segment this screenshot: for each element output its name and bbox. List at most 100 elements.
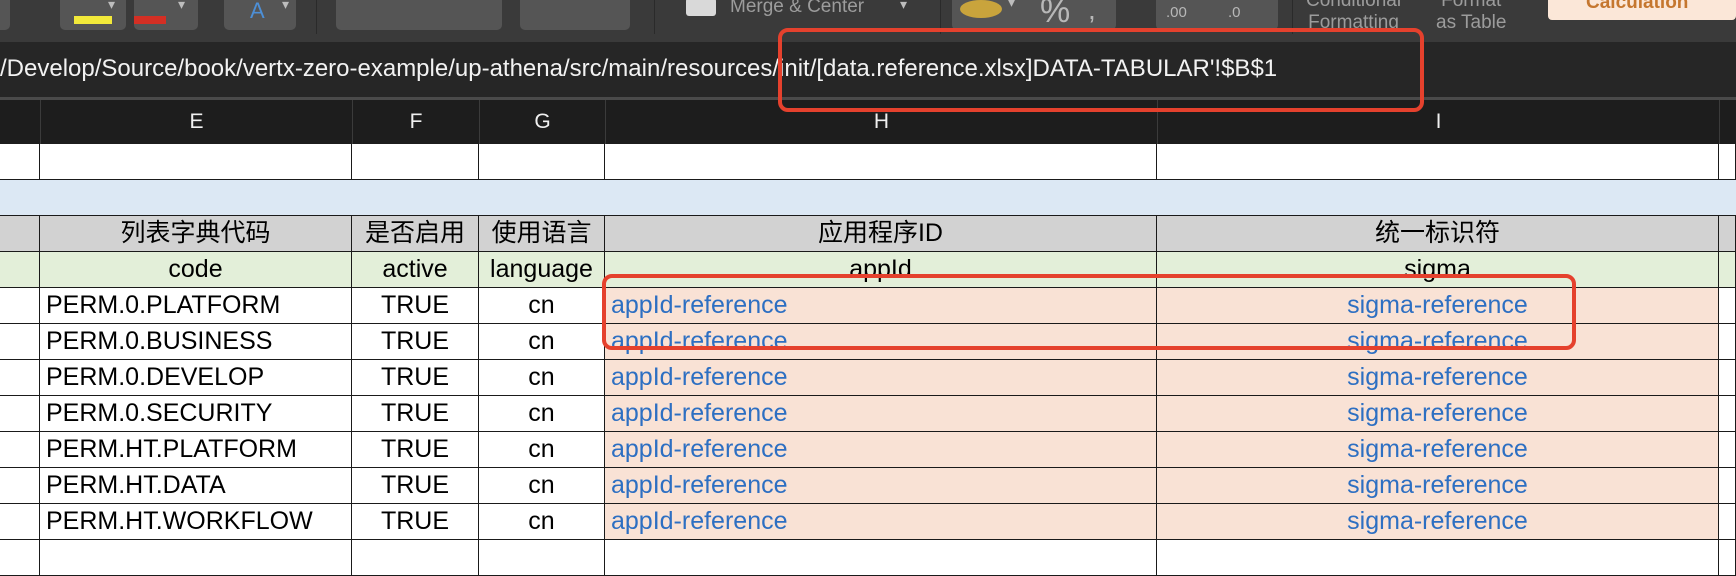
cell-e[interactable]: PERM.0.DEVELOP	[40, 360, 352, 396]
merge-center-button[interactable]: Merge & Center	[730, 0, 864, 18]
grid-cell[interactable]	[1719, 360, 1736, 396]
cell-e[interactable]: PERM.HT.WORKFLOW	[40, 504, 352, 540]
cell-f[interactable]: 是否启用	[352, 216, 479, 252]
align-left-icon[interactable]	[356, 0, 382, 6]
cell-i[interactable]: sigma-reference	[1157, 360, 1719, 396]
decrease-decimal-button[interactable]: .0	[1228, 4, 1241, 21]
cell-h[interactable]: appId-reference	[605, 432, 1157, 468]
cell-e[interactable]: PERM.HT.DATA	[40, 468, 352, 504]
grid-cell[interactable]	[40, 180, 352, 216]
grid-cell[interactable]	[352, 180, 479, 216]
chevron-down-icon[interactable]: ▾	[1008, 0, 1015, 11]
cell-g[interactable]: language	[479, 252, 605, 288]
chevron-down-icon[interactable]: ▾	[178, 0, 185, 13]
percent-style-button[interactable]: %	[1040, 0, 1070, 31]
grid-cell[interactable]	[1719, 144, 1736, 180]
column-header-g[interactable]: G	[479, 100, 605, 144]
grid-cell[interactable]	[0, 252, 40, 288]
cell-h[interactable]: appId-reference	[605, 504, 1157, 540]
cell-e[interactable]: PERM.0.BUSINESS	[40, 324, 352, 360]
accounting-format-icon[interactable]	[960, 0, 1002, 18]
formula-content[interactable]: /Develop/Source/book/vertx-zero-example/…	[0, 55, 1277, 83]
grid-cell[interactable]	[479, 144, 605, 180]
grid-cell[interactable]	[1719, 396, 1736, 432]
cell-g[interactable]: cn	[479, 288, 605, 324]
formula-bar[interactable]: /Develop/Source/book/vertx-zero-example/…	[0, 42, 1736, 100]
grid-cell[interactable]	[0, 180, 40, 216]
comma-style-button[interactable]: ,	[1088, 0, 1096, 26]
cell-h[interactable]: appId-reference	[605, 396, 1157, 432]
grid-cell[interactable]	[352, 540, 479, 576]
grid-cell[interactable]	[0, 540, 40, 576]
grid-cell[interactable]	[1719, 252, 1736, 288]
calculation-style-button[interactable]: Calculation	[1548, 0, 1736, 20]
grid-cell[interactable]	[479, 180, 605, 216]
grid-cell[interactable]	[352, 144, 479, 180]
grid-cell[interactable]	[0, 144, 40, 180]
cell-f[interactable]: TRUE	[352, 288, 479, 324]
cell-i[interactable]: sigma-reference	[1157, 432, 1719, 468]
grid-cell[interactable]	[1157, 144, 1719, 180]
grid-cell[interactable]	[605, 144, 1157, 180]
cell-g[interactable]: 使用语言	[479, 216, 605, 252]
grid-cell[interactable]	[0, 216, 40, 252]
grid-cell[interactable]	[0, 360, 40, 396]
cell-g[interactable]: cn	[479, 396, 605, 432]
grid-cell[interactable]	[479, 540, 605, 576]
cell-i[interactable]: sigma-reference	[1157, 468, 1719, 504]
grid-cell[interactable]	[605, 180, 1157, 216]
cell-g[interactable]: cn	[479, 468, 605, 504]
cell-e[interactable]: 列表字典代码	[40, 216, 352, 252]
grid-cell[interactable]	[1719, 288, 1736, 324]
grid-cell[interactable]	[0, 504, 40, 540]
grid-cell[interactable]	[0, 288, 40, 324]
cell-e[interactable]: PERM.HT.PLATFORM	[40, 432, 352, 468]
cell-h[interactable]: appId-reference	[605, 360, 1157, 396]
align-center-icon[interactable]	[408, 0, 434, 6]
borders-button[interactable]	[0, 0, 10, 30]
cell-i[interactable]: sigma	[1157, 252, 1719, 288]
cell-i[interactable]: sigma-reference	[1157, 396, 1719, 432]
cell-f[interactable]: TRUE	[352, 396, 479, 432]
cell-i[interactable]: sigma-reference	[1157, 504, 1719, 540]
grid-cell[interactable]	[1719, 432, 1736, 468]
cell-h[interactable]: 应用程序ID	[605, 216, 1157, 252]
highlight-color-button[interactable]	[60, 0, 126, 30]
column-header-e[interactable]: E	[40, 100, 352, 144]
column-header-i[interactable]: I	[1157, 100, 1719, 144]
grid-cell[interactable]	[1719, 180, 1736, 216]
grid-cell[interactable]	[605, 540, 1157, 576]
cell-h[interactable]: appId	[605, 252, 1157, 288]
grid-cell[interactable]	[1719, 540, 1736, 576]
cell-f[interactable]: active	[352, 252, 479, 288]
grid-cell[interactable]	[1157, 180, 1719, 216]
cell-f[interactable]: TRUE	[352, 432, 479, 468]
cell-h[interactable]: appId-reference	[605, 468, 1157, 504]
grid-cell[interactable]	[0, 396, 40, 432]
increase-indent-icon[interactable]	[586, 0, 612, 6]
chevron-down-icon[interactable]: ▾	[108, 0, 115, 13]
column-header-h[interactable]: H	[605, 100, 1157, 144]
grid-cell[interactable]	[1719, 468, 1736, 504]
grid-cell[interactable]	[0, 324, 40, 360]
grid-cell[interactable]	[1719, 504, 1736, 540]
cell-h[interactable]: appId-reference	[605, 324, 1157, 360]
cell-e[interactable]: code	[40, 252, 352, 288]
cell-g[interactable]: cn	[479, 324, 605, 360]
cell-f[interactable]: TRUE	[352, 360, 479, 396]
cell-i[interactable]: 统一标识符	[1157, 216, 1719, 252]
cell-f[interactable]: TRUE	[352, 504, 479, 540]
cell-g[interactable]: cn	[479, 360, 605, 396]
decrease-indent-icon[interactable]	[538, 0, 564, 6]
grid-cell[interactable]	[0, 468, 40, 504]
grid-cell[interactable]	[40, 540, 352, 576]
cell-e[interactable]: PERM.0.SECURITY	[40, 396, 352, 432]
grid-cell[interactable]	[1719, 324, 1736, 360]
format-as-table-button[interactable]: Format as Table	[1436, 0, 1506, 34]
grid-cell[interactable]	[40, 144, 352, 180]
grid-cell[interactable]	[1719, 216, 1736, 252]
increase-decimal-button[interactable]: .00	[1166, 4, 1187, 21]
chevron-down-icon[interactable]: ▾	[900, 0, 907, 13]
cell-i[interactable]: sigma-reference	[1157, 324, 1719, 360]
column-header-f[interactable]: F	[352, 100, 479, 144]
